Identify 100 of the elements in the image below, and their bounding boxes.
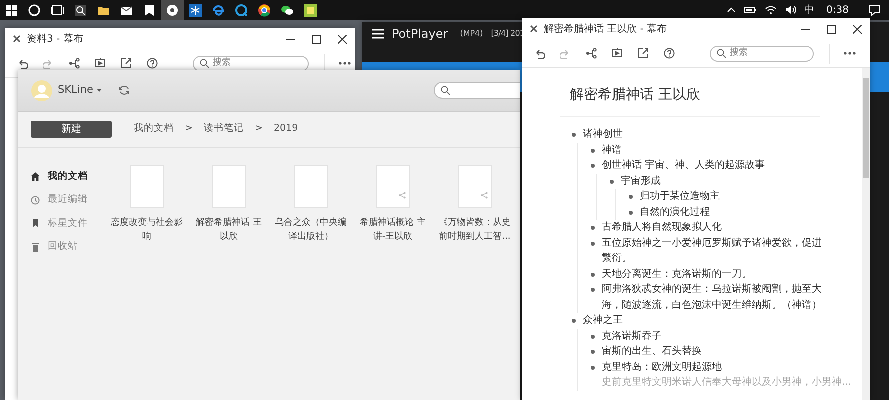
magnifier-icon — [74, 4, 87, 16]
user-menu[interactable]: SKLine — [58, 82, 102, 98]
share-icon — [399, 192, 406, 199]
presentation-icon[interactable] — [612, 48, 623, 59]
taskbar-button[interactable] — [161, 0, 184, 20]
export-icon[interactable] — [638, 48, 649, 59]
battery-icon[interactable] — [744, 6, 757, 14]
document-thumbnail[interactable] — [212, 165, 246, 208]
bullet-icon[interactable] — [591, 366, 595, 370]
presentation-icon[interactable] — [95, 58, 106, 69]
bullet-icon[interactable] — [572, 319, 576, 323]
help-icon[interactable] — [147, 58, 158, 69]
bullet-icon[interactable] — [572, 133, 576, 137]
search-icon — [717, 49, 726, 58]
caret-icon — [97, 89, 102, 92]
outline-item[interactable]: 神谱 — [602, 142, 825, 158]
search-field[interactable]: 搜索 — [710, 46, 814, 62]
breadcrumb-item[interactable]: 我的文档 — [134, 122, 174, 137]
branch-icon[interactable] — [69, 58, 80, 69]
bookmark-icon — [143, 4, 156, 16]
document-title[interactable]: 解密希腊神话 王以欣 — [192, 216, 266, 244]
bullet-icon[interactable] — [629, 210, 633, 214]
bookmark-icon — [31, 219, 40, 228]
bullet-icon[interactable] — [591, 226, 595, 230]
help-icon[interactable] — [664, 48, 675, 59]
document-thumbnail[interactable] — [294, 165, 328, 208]
document-title[interactable]: 解密希腊神话 王以欣 — [560, 85, 820, 117]
flower-app-icon — [166, 4, 179, 16]
input-method-indicator[interactable]: 中 — [804, 2, 815, 18]
bullet-icon[interactable] — [591, 288, 595, 292]
bullet-icon[interactable] — [591, 242, 595, 246]
bullet-icon[interactable] — [610, 180, 614, 184]
new-button[interactable]: 新建 — [31, 121, 112, 138]
breadcrumb-item[interactable]: 读书笔记 — [204, 122, 244, 137]
outline-item[interactable]: 宙斯的出生、石头替换 — [602, 344, 825, 360]
document-thumbnail[interactable] — [376, 165, 410, 208]
outline-item[interactable]: 古希腊人将自然现象拟人化 — [602, 220, 825, 236]
close-icon — [852, 24, 862, 34]
more-icon[interactable] — [844, 52, 856, 55]
menu-icon[interactable] — [372, 29, 384, 39]
chat-bubbles-icon — [281, 4, 294, 16]
export-icon[interactable] — [121, 58, 132, 69]
search-field[interactable] — [434, 82, 520, 99]
outline-item[interactable]: 宇宙形成 — [621, 174, 825, 189]
app-title: PotPlayer — [392, 26, 448, 43]
sidebar-item[interactable]: 我的文档 — [31, 165, 106, 188]
trash-icon — [31, 242, 40, 252]
more-icon[interactable] — [339, 62, 351, 65]
app-logo-icon — [13, 35, 21, 43]
document-title[interactable]: 《万物皆数：从史前时期到人工智... — [438, 216, 512, 244]
bullet-icon[interactable] — [629, 195, 633, 199]
document-title[interactable]: 态度改变与社会影响 — [110, 216, 184, 244]
maximize-icon — [312, 34, 320, 44]
breadcrumb-item[interactable]: 2019 — [274, 122, 298, 137]
outline-item[interactable]: 阿弗洛狄忒女神的诞生：乌拉诺斯被阉割，抛至大海，随波逐流，白色泡沫中诞生维纳斯。（神谱） — [602, 282, 825, 313]
circle-icon — [28, 4, 41, 16]
document-thumbnail[interactable] — [458, 165, 492, 208]
document-thumbnail[interactable] — [130, 165, 164, 208]
bullet-icon[interactable] — [591, 272, 595, 276]
ring-app-icon — [235, 4, 248, 16]
track-label: [3/4] 201 — [491, 28, 525, 40]
notification-icon[interactable] — [869, 4, 881, 16]
outline-item[interactable]: 诸神创世 — [583, 127, 825, 142]
wifi-icon[interactable] — [764, 5, 777, 15]
outline-item[interactable]: 创世神话 宇宙、神、人类的起源故事 — [602, 158, 825, 174]
outline-item[interactable]: 归功于某位造物主 — [640, 189, 825, 204]
app-logo-icon — [530, 25, 538, 33]
document-title[interactable]: 乌合之众（中央编译出版社） — [274, 216, 348, 244]
task-view-icon — [51, 4, 64, 16]
bullet-icon[interactable] — [591, 334, 595, 338]
bullet-icon[interactable] — [591, 164, 595, 168]
undo-icon[interactable] — [534, 48, 545, 58]
wheel-icon — [258, 4, 271, 16]
outline-item[interactable]: 五位原始神之一小爱神厄罗斯赋予诸神爱欲，促进繁衍。 — [602, 236, 825, 266]
bullet-icon[interactable] — [591, 148, 595, 152]
breadcrumb-separator: > — [185, 122, 193, 136]
windows-logo-icon[interactable] — [5, 4, 18, 16]
bullet-icon[interactable] — [591, 350, 595, 354]
window-title: 资料3 - 幕布 — [27, 32, 84, 46]
item-note: 史前克里特文明米诺人信奉大母神以及小男神，小男神... — [602, 376, 852, 390]
maximize-icon — [826, 24, 836, 34]
outline-item[interactable]: 克里特岛：欧洲文明起源地 — [602, 360, 852, 375]
square-app-icon — [304, 4, 317, 16]
search-icon — [200, 59, 209, 68]
outline-item[interactable]: 克洛诺斯吞子 — [602, 328, 825, 344]
undo-icon[interactable] — [17, 58, 28, 68]
close-icon — [338, 34, 346, 44]
outline-item[interactable]: 众神之王 — [583, 313, 825, 328]
asterisk-app-icon — [189, 4, 202, 16]
outline-item[interactable]: 自然的演化过程 — [640, 204, 825, 220]
clock-time[interactable]: 0:38 — [826, 2, 849, 18]
sync-icon[interactable] — [119, 84, 130, 96]
volume-icon[interactable] — [784, 5, 797, 15]
scrollbar[interactable] — [862, 68, 870, 400]
document-title[interactable]: 希腊神话概论 主讲-王以欣 — [356, 216, 430, 244]
clock-icon — [31, 196, 40, 205]
home-icon — [31, 172, 40, 182]
chevron-up-icon[interactable] — [726, 7, 736, 13]
outline-item[interactable]: 天地分离诞生：克洛诺斯的一刀。 — [602, 266, 825, 282]
branch-icon[interactable] — [586, 48, 597, 59]
